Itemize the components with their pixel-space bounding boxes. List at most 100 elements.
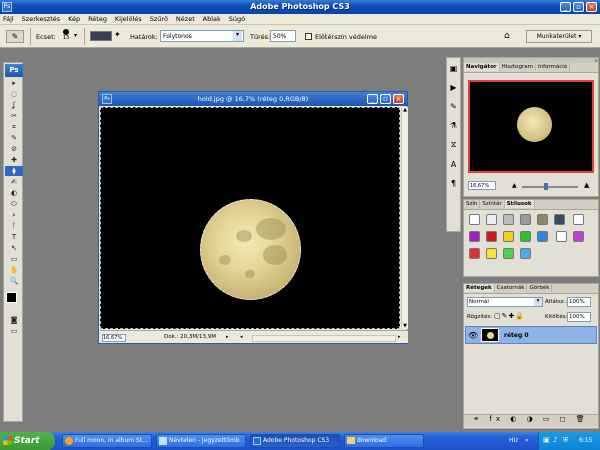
- navigator-zoom-field[interactable]: 16,67%: [468, 181, 496, 190]
- menu-help[interactable]: Súgó: [226, 14, 248, 23]
- menu-file[interactable]: Fájl: [0, 14, 17, 23]
- taskbar-item-browser[interactable]: Full moon, in album St...: [62, 434, 152, 448]
- eye-icon[interactable]: 👁: [468, 331, 478, 340]
- path-tool-icon[interactable]: ᚪ: [5, 221, 23, 231]
- tab-navigator[interactable]: Navigátor: [464, 63, 500, 71]
- vertical-scrollbar[interactable]: ▲ ▼: [401, 107, 408, 329]
- quick-mask-icon[interactable]: ◙: [5, 315, 23, 325]
- tab-styles[interactable]: Stílusok: [504, 200, 535, 208]
- network-icon[interactable]: ▣: [543, 436, 550, 444]
- menu-view[interactable]: Nézet: [173, 14, 198, 23]
- marquee-tool-icon[interactable]: ◌: [5, 89, 23, 99]
- zoom-field[interactable]: 16,67%: [102, 334, 126, 342]
- style-swatch[interactable]: [537, 231, 548, 242]
- blend-mode-select[interactable]: Normál ▾: [467, 297, 543, 307]
- tab-channels[interactable]: Csatornák: [495, 284, 528, 292]
- tool-presets-dock-icon[interactable]: ⚗: [447, 121, 460, 130]
- document-titlebar[interactable]: Ps hold.jpg @ 16,7% (réteg 0,RGB/8) _ ▫ …: [99, 92, 407, 106]
- tool-preset-icon[interactable]: ✎: [6, 30, 24, 43]
- document-window[interactable]: Ps hold.jpg @ 16,7% (réteg 0,RGB/8) _ ▫ …: [98, 91, 408, 344]
- tab-color[interactable]: Szín: [464, 200, 481, 208]
- layers-footer-icons[interactable]: ⚭ fx ◐ ◑ ▭ ◻ 🗑: [464, 414, 598, 427]
- menu-filter[interactable]: Szűrő: [147, 14, 171, 23]
- fill-input[interactable]: 100%: [567, 312, 591, 322]
- tab-layers[interactable]: Rétegek: [464, 284, 495, 292]
- menu-window[interactable]: Ablak: [200, 14, 224, 23]
- taskbar-item-download[interactable]: download: [344, 434, 424, 448]
- zoom-slider-thumb[interactable]: [544, 183, 548, 190]
- tray-expand-icon[interactable]: «: [525, 437, 529, 444]
- style-swatch[interactable]: [486, 231, 497, 242]
- hscroll-left-icon[interactable]: ◂: [240, 334, 243, 340]
- menu-image[interactable]: Kép: [65, 14, 83, 23]
- close-button[interactable]: ×: [586, 2, 597, 12]
- clock[interactable]: 6:15: [579, 437, 592, 444]
- slice-tool-icon[interactable]: ⌗: [5, 122, 23, 132]
- workspace-button[interactable]: Munkaterület ▾: [526, 30, 592, 43]
- security-icon[interactable]: ⛨: [563, 436, 568, 445]
- navigator-preview[interactable]: [468, 80, 594, 173]
- doc-minimize-button[interactable]: _: [367, 94, 378, 104]
- character-dock-icon[interactable]: A: [447, 160, 460, 169]
- healing-tool-icon[interactable]: ✚: [5, 155, 23, 165]
- menu-select[interactable]: Kijelölés: [112, 14, 145, 23]
- style-swatch[interactable]: [503, 231, 514, 242]
- screen-mode-icon[interactable]: ▭: [5, 326, 23, 336]
- tab-histogram[interactable]: Hisztogram: [500, 63, 536, 71]
- hscroll-right-icon[interactable]: ▸: [398, 334, 401, 340]
- style-swatch[interactable]: [537, 214, 548, 225]
- style-swatch[interactable]: [469, 231, 480, 242]
- minimize-button[interactable]: _: [560, 2, 571, 12]
- pen-tool-icon[interactable]: ⌕: [5, 210, 23, 220]
- tab-swatches[interactable]: Színtár: [480, 200, 505, 208]
- style-swatch[interactable]: [503, 214, 514, 225]
- doc-maximize-button[interactable]: ▫: [380, 94, 391, 104]
- brush-dropdown-icon[interactable]: ▾: [74, 32, 77, 39]
- doc-close-button[interactable]: ×: [393, 94, 404, 104]
- scroll-up-icon[interactable]: ▲: [402, 107, 408, 113]
- workspace-icon[interactable]: ⌂: [504, 31, 522, 42]
- style-swatch[interactable]: [554, 214, 565, 225]
- navigator-dock-icon[interactable]: ▣: [447, 64, 460, 73]
- maximize-button[interactable]: ▫: [573, 2, 584, 12]
- style-swatch[interactable]: [503, 248, 514, 259]
- stamp-tool-icon[interactable]: ⊘: [5, 144, 23, 154]
- lock-icons[interactable]: ▢✎✚🔒: [494, 312, 525, 320]
- doc-info-arrow-icon[interactable]: ▸: [226, 334, 229, 340]
- color-swatches[interactable]: [4, 290, 22, 314]
- volume-icon[interactable]: ♪: [553, 436, 557, 444]
- layer-row[interactable]: 👁 réteg 0: [465, 326, 597, 344]
- taskbar-item-notepad[interactable]: Névtelen - Jegyzettömb: [156, 434, 246, 448]
- mode-icon[interactable]: [90, 31, 112, 41]
- start-button[interactable]: Start: [0, 432, 55, 450]
- style-swatch[interactable]: [486, 248, 497, 259]
- tolerance-input[interactable]: 50%: [270, 30, 296, 42]
- zoom-out-icon[interactable]: ▲: [512, 182, 517, 189]
- language-indicator[interactable]: HU: [509, 437, 518, 444]
- style-swatch[interactable]: [486, 214, 497, 225]
- brushes-dock-icon[interactable]: ✎: [447, 102, 460, 111]
- history-dock-icon[interactable]: ⧖: [447, 140, 460, 150]
- foreground-color[interactable]: [6, 292, 17, 303]
- zoom-slider[interactable]: [522, 183, 578, 190]
- opacity-input[interactable]: 100%: [567, 297, 591, 307]
- style-swatch[interactable]: [572, 231, 584, 242]
- gradient-tool-icon[interactable]: ✍: [5, 177, 23, 187]
- dodge-tool-icon[interactable]: ◐: [5, 188, 23, 198]
- style-swatch[interactable]: [469, 214, 480, 225]
- tab-info[interactable]: Információ: [536, 63, 571, 71]
- image-canvas[interactable]: [100, 107, 400, 329]
- type-tool-icon[interactable]: T: [5, 232, 23, 242]
- menu-edit[interactable]: Szerkesztés: [19, 14, 63, 23]
- menu-layer[interactable]: Réteg: [85, 14, 110, 23]
- style-swatch[interactable]: [520, 248, 531, 259]
- style-swatch[interactable]: [520, 231, 531, 242]
- style-swatch[interactable]: [555, 231, 567, 242]
- zoom-tool-icon[interactable]: 🔍: [5, 276, 23, 286]
- style-swatch[interactable]: [469, 248, 480, 259]
- move-tool-icon[interactable]: ▸: [5, 78, 23, 88]
- blur-tool-icon[interactable]: ⬭: [5, 199, 23, 209]
- horizontal-scrollbar[interactable]: [252, 335, 396, 342]
- brush-picker[interactable]: 13: [60, 29, 72, 43]
- hand-tool-icon[interactable]: ✋: [5, 265, 23, 275]
